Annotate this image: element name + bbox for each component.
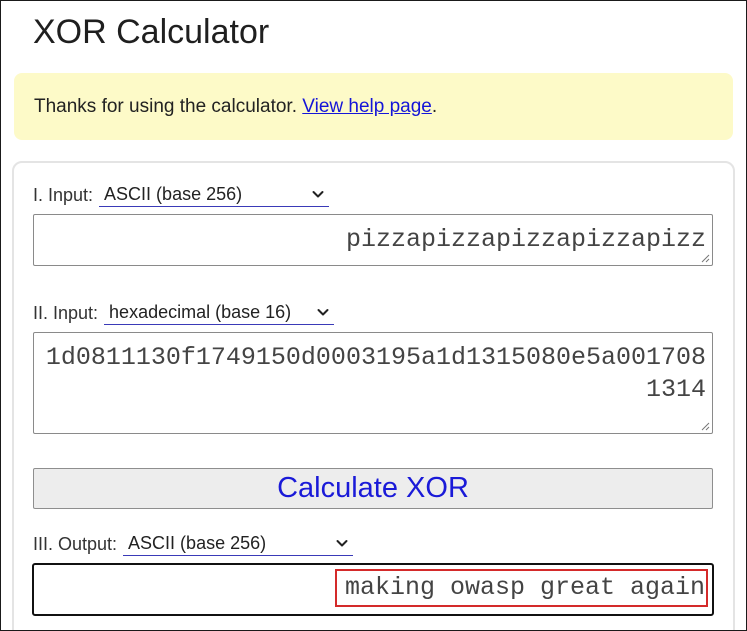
output-row: III. Output: ASCII (base 256) (33, 531, 354, 557)
input2-textarea[interactable]: 1d0811130f1749150d0003195a1d1315080e5a00… (33, 332, 713, 434)
output-value: making owasp great again (344, 573, 705, 602)
notice-suffix: . (431, 96, 438, 117)
page-title: XOR Calculator (33, 13, 270, 51)
help-page-link[interactable]: View help page (302, 96, 432, 117)
output-label: III. Output: (33, 533, 118, 554)
input2-format-value: hexadecimal (base 16) (109, 301, 292, 322)
output-textarea[interactable]: making owasp great again (32, 563, 714, 616)
input1-value: pizzapizzapizzapizzapizz (345, 225, 706, 254)
notice-message: Thanks for using the calculator. (34, 96, 303, 117)
input1-textarea[interactable]: pizzapizzapizzapizzapizz (33, 214, 713, 266)
chevron-down-icon (317, 309, 329, 316)
notice-text: Thanks for using the calculator. View he… (34, 95, 437, 119)
input1-label: I. Input: (33, 184, 94, 205)
calculator-window: XOR Calculator Thanks for using the calc… (0, 0, 747, 631)
chevron-down-icon (336, 540, 348, 547)
input2-row: II. Input: hexadecimal (base 16) (33, 300, 335, 326)
output-format-select[interactable]: ASCII (base 256) (123, 532, 354, 556)
input1-format-value: ASCII (base 256) (104, 183, 243, 204)
notice-banner: Thanks for using the calculator. View he… (14, 73, 733, 140)
input2-label: II. Input: (33, 302, 99, 323)
resize-grip-icon[interactable] (700, 253, 710, 263)
input1-format-select[interactable]: ASCII (base 256) (99, 183, 330, 207)
resize-grip-icon[interactable] (700, 421, 710, 431)
output-highlight: making owasp great again (334, 569, 708, 607)
input2-format-select[interactable]: hexadecimal (base 16) (104, 301, 335, 325)
input2-value: 1d0811130f1749150d0003195a1d1315080e5a00… (45, 343, 706, 404)
output-format-value: ASCII (base 256) (128, 532, 267, 553)
calculate-xor-button[interactable]: Calculate XOR (33, 468, 713, 509)
chevron-down-icon (312, 191, 324, 198)
input1-row: I. Input: ASCII (base 256) (33, 182, 330, 208)
